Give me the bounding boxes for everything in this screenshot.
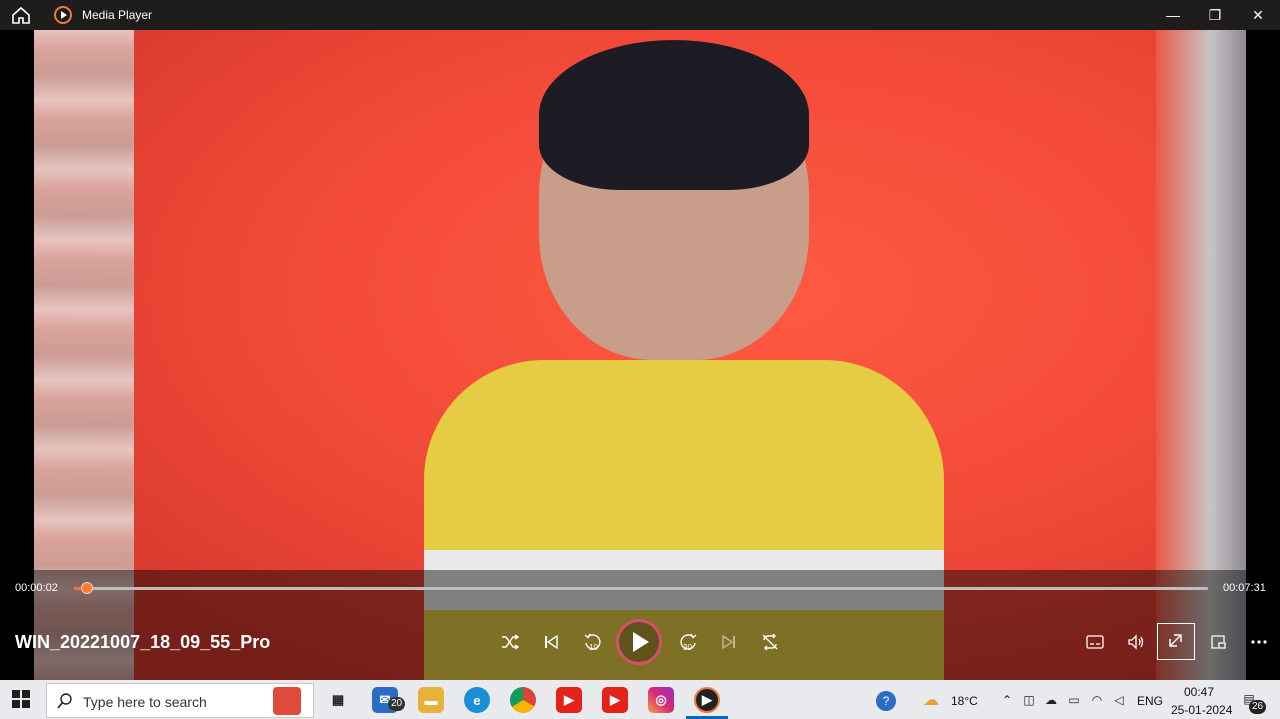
more-icon xyxy=(1251,640,1267,644)
more-options-button[interactable] xyxy=(1246,629,1272,655)
minimize-button[interactable]: — xyxy=(1151,0,1195,30)
rewind-10-button[interactable]: 10 xyxy=(580,629,606,655)
subtitles-icon xyxy=(1086,635,1104,649)
chevron-up-icon[interactable]: ⌃ xyxy=(999,692,1015,708)
skip-previous-icon xyxy=(545,634,558,650)
volume-button[interactable] xyxy=(1123,629,1149,655)
help-icon[interactable]: ? xyxy=(876,691,896,711)
speaker-icon[interactable]: ◁ xyxy=(1111,692,1127,708)
search-icon xyxy=(57,693,72,709)
rewind-icon: 10 xyxy=(584,633,601,652)
notification-badge: 26 xyxy=(1249,700,1267,714)
youtube-app-icon[interactable]: ▶ xyxy=(602,687,628,713)
taskbar-search-box[interactable]: Type here to search xyxy=(46,683,314,718)
title-bar: Media Player — ❐ ✕ xyxy=(0,0,1280,30)
restore-button[interactable]: ❐ xyxy=(1193,0,1237,30)
media-filename: WIN_20221007_18_09_55_Pro xyxy=(15,632,271,652)
forward-seconds: 30 xyxy=(683,643,692,652)
chrome-icon[interactable] xyxy=(510,687,536,713)
shuffle-button[interactable] xyxy=(497,629,523,655)
seek-bar-thumb[interactable] xyxy=(81,582,93,594)
forward-icon: 30 xyxy=(680,633,697,652)
app-title: Media Player xyxy=(82,8,153,22)
rewind-seconds: 10 xyxy=(589,643,598,652)
instagram-icon[interactable]: ◎ xyxy=(648,687,674,713)
clock-time[interactable]: 00:47 xyxy=(1184,685,1214,699)
clock-date[interactable]: 25-01-2024 xyxy=(1171,703,1232,717)
play-button[interactable] xyxy=(616,619,662,665)
repeat-off-icon xyxy=(762,633,778,651)
youtube-icon[interactable]: ▶ xyxy=(556,687,582,713)
skip-next-icon xyxy=(722,634,735,650)
subtitles-button[interactable] xyxy=(1082,629,1108,655)
fullscreen-button[interactable] xyxy=(1157,623,1195,660)
play-icon xyxy=(633,632,649,652)
fullscreen-icon xyxy=(1169,634,1182,647)
mini-player-icon xyxy=(1211,635,1226,649)
search-placeholder: Type here to search xyxy=(83,694,207,710)
media-player-taskbar-icon[interactable]: ▶ xyxy=(694,687,720,713)
meet-now-icon[interactable]: ◫ xyxy=(1021,692,1037,708)
onedrive-icon[interactable]: ☁ xyxy=(1043,692,1059,708)
current-time: 00:00:02 xyxy=(15,582,58,594)
total-time: 00:07:31 xyxy=(1223,582,1266,594)
task-view-icon[interactable]: ▦ xyxy=(325,687,351,713)
volume-icon xyxy=(1128,634,1144,650)
previous-button[interactable] xyxy=(538,629,564,655)
video-subject-hair xyxy=(539,40,809,190)
search-highlight-icon xyxy=(273,687,301,715)
windows-start-icon[interactable] xyxy=(12,690,30,708)
forward-30-button[interactable]: 30 xyxy=(675,629,701,655)
next-button[interactable] xyxy=(716,629,742,655)
battery-icon[interactable]: ▭ xyxy=(1066,692,1082,708)
close-button[interactable]: ✕ xyxy=(1236,0,1280,30)
mail-badge: 20 xyxy=(388,697,406,711)
mini-player-button[interactable] xyxy=(1205,629,1231,655)
file-explorer-icon[interactable]: ▬ xyxy=(418,687,444,713)
media-player-logo-icon xyxy=(54,6,72,24)
weather-temperature[interactable]: 18°C xyxy=(951,694,978,708)
repeat-button[interactable] xyxy=(757,629,783,655)
seek-bar[interactable] xyxy=(74,582,1208,594)
weather-icon[interactable]: ☁ xyxy=(920,690,942,710)
language-indicator[interactable]: ENG xyxy=(1137,694,1163,708)
edge-browser-icon[interactable]: e xyxy=(464,687,490,713)
shuffle-icon xyxy=(502,634,519,650)
home-icon[interactable] xyxy=(10,5,32,25)
wifi-icon[interactable]: ◠ xyxy=(1089,692,1105,708)
